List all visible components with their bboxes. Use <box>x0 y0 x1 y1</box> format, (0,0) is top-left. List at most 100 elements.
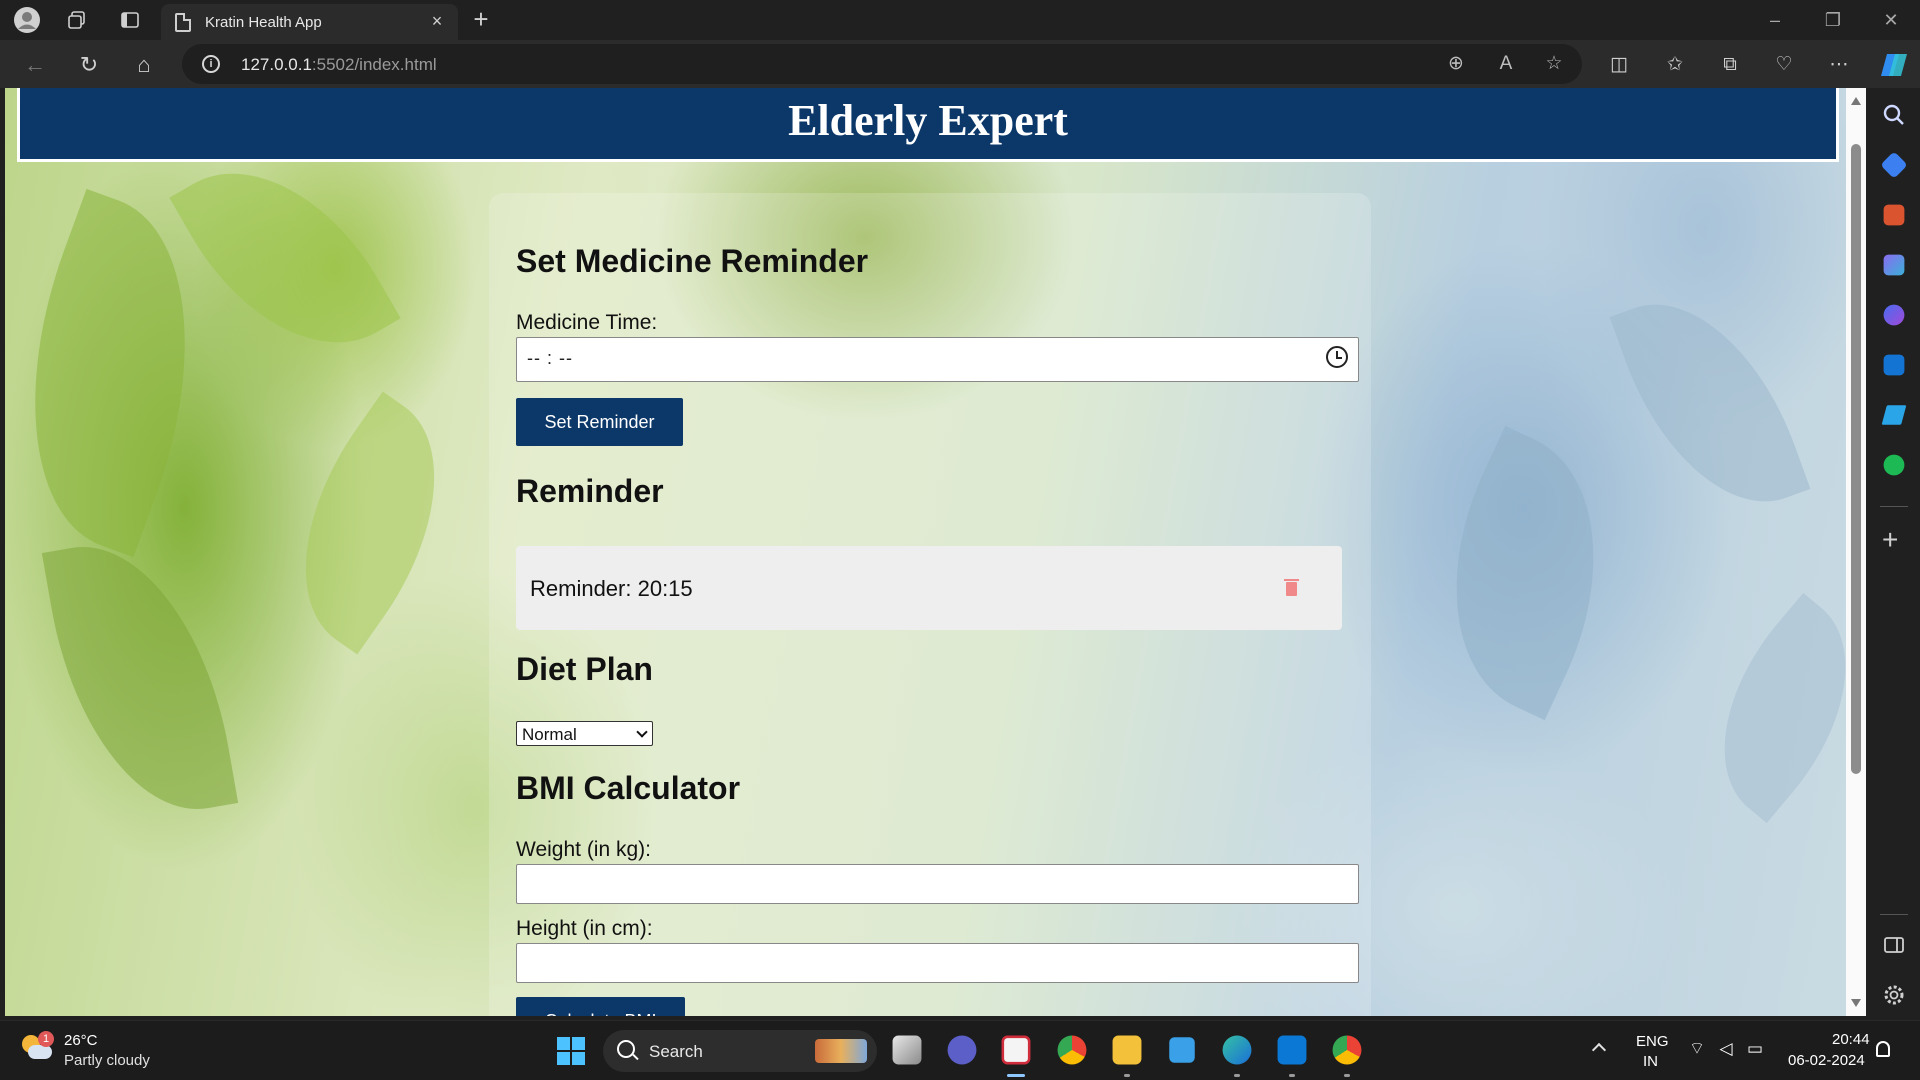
weather-temperature[interactable]: 26°C <box>64 1032 98 1049</box>
copilot-icon[interactable] <box>1879 50 1907 76</box>
delete-reminder-icon[interactable] <box>1284 579 1299 596</box>
height-input[interactable] <box>516 943 1359 983</box>
diet-plan-select[interactable]: Normal <box>516 721 653 746</box>
windows-start-icon[interactable] <box>557 1037 585 1065</box>
running-app-indicator <box>1124 1074 1130 1077</box>
tab-close-button[interactable]: × <box>426 10 448 32</box>
diet-plan-heading: Diet Plan <box>516 651 653 687</box>
favorites-icon[interactable]: ✩ <box>1662 52 1688 78</box>
workspaces-icon[interactable] <box>63 6 91 34</box>
page-favicon-icon <box>175 13 191 32</box>
site-header: Elderly Expert <box>17 88 1839 162</box>
sidebar-hide-icon[interactable] <box>1881 932 1907 958</box>
read-aloud-icon[interactable]: A <box>1494 52 1518 76</box>
running-app-indicator <box>1289 1074 1295 1077</box>
chrome-icon[interactable] <box>1057 1035 1087 1065</box>
task-view-icon[interactable] <box>892 1035 922 1065</box>
zoom-icon[interactable]: ⊕ <box>1444 52 1468 76</box>
search-highlight-image <box>815 1039 867 1063</box>
collections-icon[interactable]: ⧉ <box>1717 52 1743 78</box>
wifi-icon[interactable]: ⌔ <box>1686 1039 1708 1059</box>
main-panel: Set Medicine Reminder Medicine Time: -- … <box>489 193 1371 1016</box>
refresh-button-icon[interactable]: ↻ <box>74 50 104 80</box>
taskbar-search[interactable]: Search <box>603 1030 877 1072</box>
page-scrollbar[interactable] <box>1846 88 1866 1016</box>
chrome-profile-icon[interactable] <box>1332 1035 1362 1065</box>
reminder-item: Reminder: 20:15 <box>516 546 1342 630</box>
restore-button[interactable]: ❐ <box>1810 6 1856 34</box>
reminder-item-text: Reminder: 20:15 <box>530 576 693 601</box>
sidebar-search-icon[interactable] <box>1881 102 1907 128</box>
new-tab-button[interactable]: + <box>466 5 496 35</box>
sidebar-copilot-icon[interactable] <box>1883 304 1905 326</box>
input-language-line2[interactable]: IN <box>1643 1053 1658 1070</box>
minimize-button[interactable]: – <box>1752 6 1798 34</box>
bmi-heading: BMI Calculator <box>516 770 741 806</box>
weight-label: Weight (in kg): <box>516 838 651 861</box>
back-button-icon[interactable]: ← <box>20 50 50 80</box>
input-language-line1[interactable]: ENG <box>1636 1033 1669 1050</box>
height-label: Height (in cm): <box>516 917 653 940</box>
sidebar-games-icon[interactable] <box>1883 254 1905 276</box>
site-info-icon[interactable]: i <box>202 55 220 73</box>
sidebar-add-icon[interactable]: + <box>1882 526 1898 554</box>
show-hidden-icons-chevron-icon[interactable] <box>1591 1042 1607 1058</box>
weather-icon[interactable]: 1 <box>22 1031 54 1063</box>
active-app-indicator <box>1007 1074 1025 1077</box>
sidebar-tools-icon[interactable] <box>1883 204 1905 226</box>
teams-chat-icon[interactable] <box>947 1035 977 1065</box>
site-title: Elderly Expert <box>788 96 1068 145</box>
address-bar[interactable]: i 127.0.0.1:5502/index.html ⊕ A ☆ <box>182 44 1582 84</box>
browser-toolbar: ← ↻ ⌂ i 127.0.0.1:5502/index.html ⊕ A ☆ … <box>0 40 1920 88</box>
background-leaf <box>250 391 490 655</box>
diet-plan-selected-value: Normal <box>522 725 577 744</box>
more-options-icon[interactable]: ⋯ <box>1826 52 1852 78</box>
calculate-bmi-button[interactable]: Calculate BMI <box>516 997 685 1016</box>
edge-icon[interactable] <box>1222 1035 1252 1065</box>
background-leaf <box>1399 425 1651 721</box>
battery-icon[interactable]: ▭ <box>1744 1039 1766 1059</box>
sidebar-settings-icon[interactable] <box>1881 982 1907 1008</box>
set-reminder-button[interactable]: Set Reminder <box>516 398 683 446</box>
tab-title: Kratin Health App <box>205 14 322 31</box>
weather-badge: 1 <box>38 1031 54 1047</box>
split-screen-icon[interactable]: ◫ <box>1606 52 1632 78</box>
snipping-tool-icon[interactable] <box>1001 1035 1031 1065</box>
browser-sidebar: + <box>1868 88 1920 1016</box>
sidebar-divider <box>1880 914 1908 915</box>
sidebar-shopping-icon[interactable] <box>1880 151 1908 179</box>
taskbar-date[interactable]: 06-02-2024 <box>1788 1052 1865 1069</box>
sidebar-divider <box>1880 506 1908 507</box>
scrollbar-thumb[interactable] <box>1851 144 1861 774</box>
weather-description[interactable]: Partly cloudy <box>64 1052 150 1069</box>
chevron-down-icon <box>636 726 648 738</box>
volume-icon[interactable]: ◁ <box>1715 1039 1737 1059</box>
active-tab[interactable]: Kratin Health App × <box>161 4 458 40</box>
notification-bell-icon[interactable] <box>1876 1041 1890 1057</box>
sidebar-outlook-icon[interactable] <box>1883 354 1905 376</box>
browser-essentials-icon[interactable]: ♡ <box>1771 52 1797 78</box>
medicine-time-label: Medicine Time: <box>516 311 658 334</box>
profile-avatar-icon[interactable] <box>13 6 41 34</box>
vscode-icon[interactable] <box>1277 1035 1307 1065</box>
scroll-down-arrow-icon[interactable] <box>1851 999 1861 1007</box>
home-button-icon[interactable]: ⌂ <box>129 50 159 80</box>
taskbar-time[interactable]: 20:44 <box>1832 1031 1870 1048</box>
weight-input[interactable] <box>516 864 1359 904</box>
running-app-indicator <box>1234 1074 1240 1077</box>
background-leaf <box>1674 592 1846 824</box>
sidebar-spotify-icon[interactable] <box>1883 454 1905 476</box>
vertical-tabs-icon[interactable] <box>116 6 144 34</box>
notepad-icon[interactable] <box>1169 1037 1195 1063</box>
clock-icon[interactable] <box>1326 346 1348 368</box>
sidebar-telegram-icon[interactable] <box>1881 405 1907 425</box>
search-icon <box>617 1040 635 1058</box>
favorite-star-icon[interactable]: ☆ <box>1542 52 1566 76</box>
browser-title-bar: Kratin Health App × + – ❐ ✕ <box>0 0 1920 40</box>
medicine-time-value: -- : -- <box>527 348 573 368</box>
scroll-up-arrow-icon[interactable] <box>1851 97 1861 105</box>
close-window-button[interactable]: ✕ <box>1868 6 1914 34</box>
medicine-time-input[interactable]: -- : -- <box>516 337 1359 382</box>
file-explorer-icon[interactable] <box>1112 1035 1142 1065</box>
background-leaf <box>169 127 401 389</box>
